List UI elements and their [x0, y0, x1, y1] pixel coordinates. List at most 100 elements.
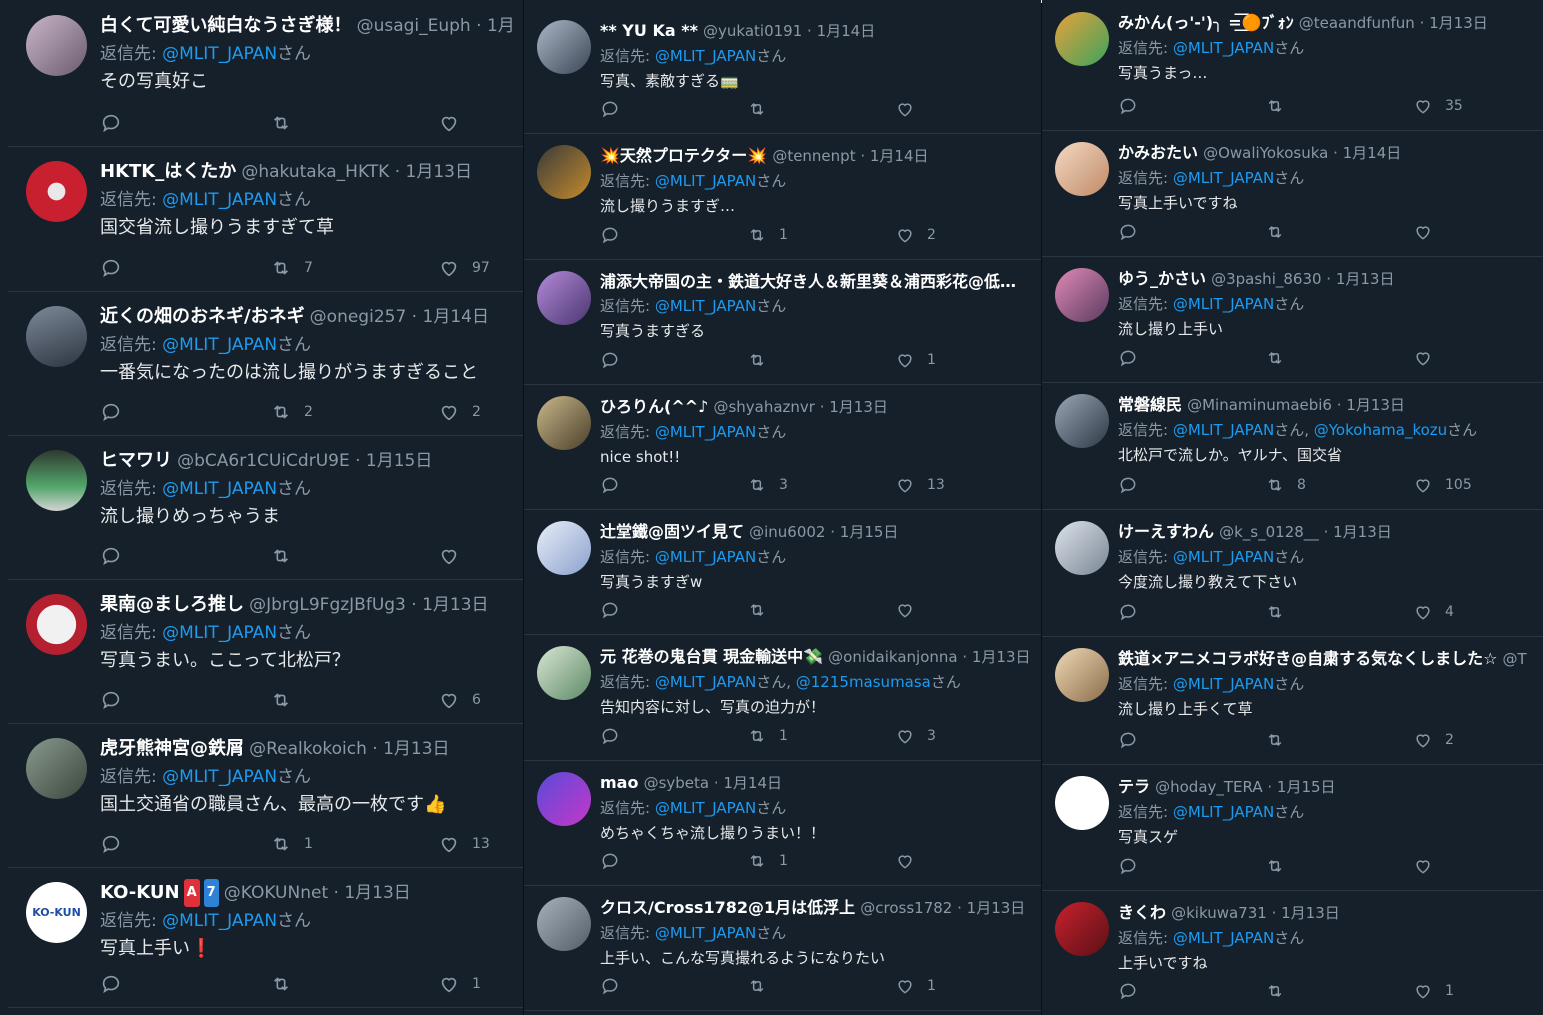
- retweet-button[interactable]: [747, 99, 767, 119]
- column-2[interactable]: ** YU Ka ** @yukati0191 · 1月14日 返信先: @MLI…: [524, 0, 1041, 1015]
- user-handle[interactable]: @inu6002: [749, 523, 825, 541]
- reply-button[interactable]: [1118, 475, 1138, 495]
- like-button[interactable]: 105: [1413, 475, 1472, 495]
- tweet-date[interactable]: 1月14日: [1343, 144, 1402, 162]
- reply-button[interactable]: [1118, 981, 1138, 1001]
- mention-link[interactable]: @MLIT_JAPAN: [655, 548, 756, 566]
- tweet-date[interactable]: 1月: [487, 16, 515, 36]
- retweet-button[interactable]: [1265, 981, 1285, 1001]
- retweet-button[interactable]: [747, 976, 767, 996]
- user-handle[interactable]: @T: [1503, 650, 1527, 668]
- tweet-date[interactable]: 1月15日: [840, 523, 899, 541]
- user-handle[interactable]: @teaandfunfun: [1299, 14, 1415, 32]
- mention-link[interactable]: @MLIT_JAPAN: [1173, 39, 1274, 57]
- retweet-button[interactable]: [1265, 856, 1285, 876]
- tweet-date[interactable]: 1月14日: [870, 147, 929, 165]
- mention-link[interactable]: @MLIT_JAPAN: [1173, 929, 1274, 947]
- tweet-date[interactable]: 1月13日: [1346, 396, 1405, 414]
- mention-link[interactable]: @MLIT_JAPAN: [162, 335, 277, 355]
- like-button[interactable]: 13: [438, 833, 490, 855]
- retweet-button[interactable]: [747, 600, 767, 620]
- display-name[interactable]: HKTK_はくたか: [100, 161, 236, 182]
- retweet-button[interactable]: [1265, 96, 1285, 116]
- tweet[interactable]: 虎牙熊神宮@鉄屑 @Realkokoich · 1月13日 返信先: @MLIT_…: [8, 723, 523, 868]
- reply-button[interactable]: [1118, 602, 1138, 622]
- tweet[interactable]: 白くて可愛い純白なうさぎ様！ @usagi_Euph · 1月 返信先: @MLI…: [8, 0, 523, 147]
- display-name[interactable]: 浦添大帝国の主・鉄道大好き人＆新里葵＆浦西彩花@低…: [600, 272, 1016, 291]
- reply-button[interactable]: [600, 350, 620, 370]
- avatar[interactable]: [26, 738, 87, 799]
- user-handle[interactable]: @Minaminumaebi6: [1187, 396, 1332, 414]
- like-button[interactable]: 2: [438, 401, 481, 423]
- avatar[interactable]: [537, 20, 591, 74]
- like-button[interactable]: 1: [895, 976, 936, 996]
- reply-button[interactable]: [600, 99, 620, 119]
- tweet[interactable]: 果南@ましろ推し @JbrgL9FgzJBfUg3 · 1月13日 返信先: @M…: [8, 579, 523, 724]
- tweet[interactable]: かみおたい @OwaliYokosuka · 1月14日 返信先: @MLIT_J…: [1042, 130, 1543, 257]
- tweet-date[interactable]: 1月13日: [383, 739, 449, 759]
- like-button[interactable]: [1413, 348, 1433, 368]
- user-handle[interactable]: @JbrgL9FgzJBfUg3: [249, 595, 406, 615]
- avatar[interactable]: [537, 897, 591, 951]
- display-name[interactable]: KO-KUN: [100, 882, 180, 903]
- avatar[interactable]: [1055, 648, 1109, 702]
- reply-button[interactable]: [600, 976, 620, 996]
- tweet-date[interactable]: 1月13日: [1336, 270, 1395, 288]
- mention-link[interactable]: @Yokohama_kozu: [1314, 421, 1447, 439]
- tweet-date[interactable]: 1月13日: [406, 162, 472, 182]
- user-handle[interactable]: @yukati0191: [703, 22, 802, 40]
- reply-button[interactable]: [100, 401, 122, 423]
- retweet-button[interactable]: 1: [270, 833, 313, 855]
- display-name[interactable]: mao: [600, 773, 638, 792]
- display-name[interactable]: ひろりん(^^♪: [600, 397, 708, 416]
- mention-link[interactable]: @MLIT_JAPAN: [1173, 675, 1274, 693]
- like-button[interactable]: 3: [895, 726, 936, 746]
- avatar[interactable]: [537, 646, 591, 700]
- tweet-date[interactable]: 1月15日: [366, 451, 432, 471]
- tweet-date[interactable]: 1月15日: [1277, 778, 1336, 796]
- mention-link[interactable]: @MLIT_JAPAN: [655, 297, 756, 315]
- like-button[interactable]: 1: [1413, 981, 1454, 1001]
- display-name[interactable]: クロス/Cross1782@1月は低浮上: [600, 898, 855, 917]
- avatar[interactable]: [26, 450, 87, 511]
- mention-link[interactable]: @MLIT_JAPAN: [655, 172, 756, 190]
- tweet-date[interactable]: 1月13日: [1281, 904, 1340, 922]
- user-handle[interactable]: @3pashi_8630: [1211, 270, 1321, 288]
- like-button[interactable]: [895, 99, 915, 119]
- avatar[interactable]: [1055, 776, 1109, 830]
- reply-button[interactable]: [100, 973, 122, 995]
- reply-button[interactable]: [1118, 856, 1138, 876]
- tweet[interactable]: 鉄道×アニメコラボ好き@自粛する気なくしました☆ @T 返信先: @MLIT_JA…: [1042, 636, 1543, 765]
- retweet-button[interactable]: [1265, 602, 1285, 622]
- tweet-date[interactable]: 1月13日: [344, 883, 410, 903]
- retweet-button[interactable]: 3: [747, 475, 788, 495]
- retweet-button[interactable]: [270, 689, 292, 711]
- retweet-button[interactable]: 7: [270, 257, 313, 279]
- avatar[interactable]: [1055, 521, 1109, 575]
- reply-button[interactable]: [600, 225, 620, 245]
- mention-link[interactable]: @1215masumasa: [796, 673, 931, 691]
- retweet-button[interactable]: 1: [747, 225, 788, 245]
- tweet-date[interactable]: 1月13日: [829, 398, 888, 416]
- column-1[interactable]: 白くて可愛い純白なうさぎ様！ @usagi_Euph · 1月 返信先: @MLI…: [0, 0, 523, 1015]
- display-name[interactable]: かみおたい: [1118, 143, 1198, 162]
- tweet[interactable]: 常磐線民 @Minaminumaebi6 · 1月13日 返信先: @MLIT_J…: [1042, 382, 1543, 510]
- tweet-date[interactable]: 1月13日: [1333, 523, 1392, 541]
- like-button[interactable]: 1: [895, 350, 936, 370]
- reply-button[interactable]: [100, 112, 122, 134]
- reply-button[interactable]: [1118, 222, 1138, 242]
- mention-link[interactable]: @MLIT_JAPAN: [1173, 169, 1274, 187]
- mention-link[interactable]: @MLIT_JAPAN: [1173, 803, 1274, 821]
- avatar[interactable]: [537, 145, 591, 199]
- display-name[interactable]: 近くの畑のおネギ/おネギ: [100, 306, 305, 327]
- tweet-date[interactable]: 1月13日: [1429, 14, 1488, 32]
- display-name[interactable]: 💥天然プロテクター💥: [600, 146, 767, 165]
- tweet[interactable]: 近くの畑のおネギ/おネギ @onegi257 · 1月14日 返信先: @MLIT…: [8, 291, 523, 436]
- display-name[interactable]: 虎牙熊神宮@鉄屑: [100, 738, 244, 759]
- avatar[interactable]: [26, 306, 87, 367]
- retweet-button[interactable]: 1: [747, 726, 788, 746]
- display-name[interactable]: 常磐線民: [1118, 395, 1182, 414]
- retweet-button[interactable]: [1265, 730, 1285, 750]
- user-handle[interactable]: @hakutaka_HKTK: [241, 162, 389, 182]
- avatar[interactable]: [537, 271, 591, 325]
